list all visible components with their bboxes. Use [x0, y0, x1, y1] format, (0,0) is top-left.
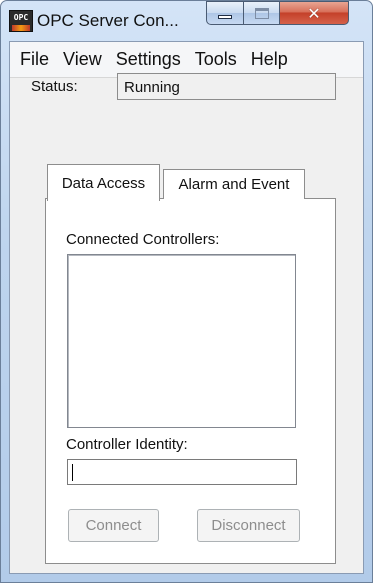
tab-data-access[interactable]: Data Access [47, 164, 160, 201]
menu-view[interactable]: View [56, 49, 109, 70]
close-icon: ✕ [307, 3, 321, 23]
controller-identity-label: Controller Identity: [66, 436, 188, 453]
menu-settings[interactable]: Settings [109, 49, 188, 70]
connect-button[interactable]: Connect [68, 509, 159, 542]
window-title: OPC Server Con... [37, 11, 179, 30]
connected-controllers-label: Connected Controllers: [66, 231, 220, 248]
caption-buttons: ✕ [206, 1, 349, 25]
disconnect-button[interactable]: Disconnect [197, 509, 300, 542]
app-icon-text: OPC [13, 13, 29, 22]
menu-tools[interactable]: Tools [188, 49, 244, 70]
menu-file[interactable]: File [13, 49, 56, 70]
close-button[interactable]: ✕ [280, 1, 349, 25]
title-bar[interactable]: OPC OPC Server Con... ✕ [1, 1, 372, 41]
connected-controllers-list[interactable] [67, 254, 296, 428]
tab-alarm-and-event[interactable]: Alarm and Event [163, 169, 305, 199]
status-value-field: Running [117, 73, 336, 100]
maximize-icon [254, 7, 269, 19]
menu-help[interactable]: Help [244, 49, 295, 70]
minimize-icon [218, 15, 232, 19]
opc-app-icon[interactable]: OPC [9, 10, 33, 32]
minimize-button[interactable] [206, 1, 244, 25]
app-icon-stripe [12, 25, 30, 31]
maximize-button [244, 1, 280, 25]
status-label: Status: [31, 78, 78, 95]
text-caret [72, 464, 73, 481]
main-window: OPC OPC Server Con... ✕ File View Settin… [0, 0, 373, 583]
controller-identity-input[interactable] [67, 459, 297, 485]
